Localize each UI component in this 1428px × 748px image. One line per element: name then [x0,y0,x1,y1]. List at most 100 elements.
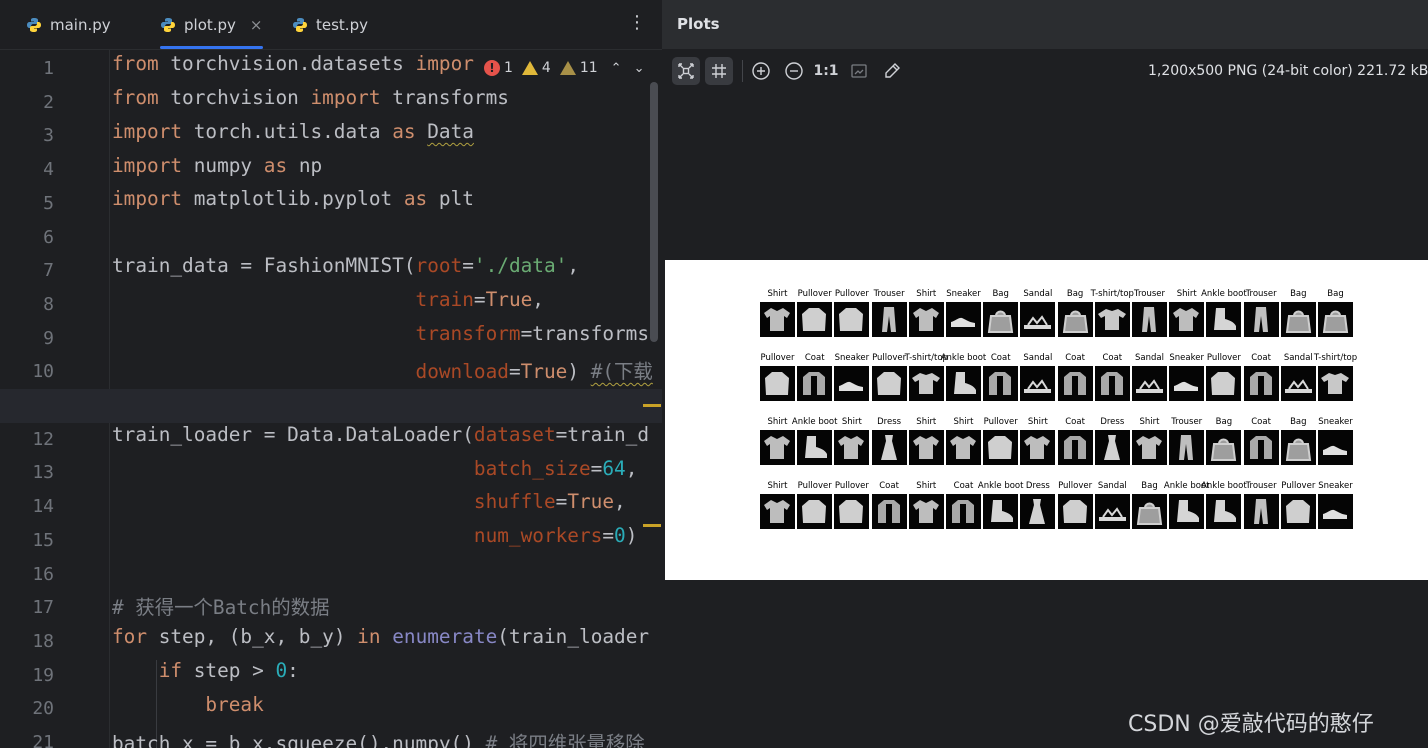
code-editor[interactable]: main.py plot.py × test.py ⋮ 1 2 3 4 5 6 7 8 9 10 1… [0,0,662,748]
line-number[interactable]: 18 [14,625,54,659]
warning-marker[interactable] [643,404,661,407]
fashion-thumbnail [908,302,944,337]
line-number[interactable]: 9 [14,322,54,356]
plots-title: Plots [677,15,720,33]
fashion-thumbnail [1280,366,1316,401]
tab-test-py[interactable]: test.py [292,0,368,50]
fashion-thumbnail [946,494,981,529]
line-number[interactable]: 17 [14,591,54,625]
fashion-thumbnail [1169,430,1205,465]
fashion-thumbnail [1243,430,1279,465]
code-line-3: import torch.utils.data as Data [112,120,474,143]
editor-scrollbar[interactable] [650,82,658,342]
line-number[interactable]: 7 [14,254,54,288]
line-number[interactable]: 14 [14,490,54,524]
code-line-12: train_loader = Data.DataLoader(dataset=t… [112,423,650,446]
line-number[interactable]: 2 [14,86,54,120]
grid-label: Sneaker [1318,417,1353,427]
line-number[interactable]: 12 [14,423,54,457]
error-count[interactable]: ! 1 [484,60,513,76]
fashion-thumbnail [1057,302,1093,337]
code-line-18: for step, (b_x, b_y) in enumerate(train_… [112,625,650,648]
code-line-14: shuffle=True, [473,490,626,513]
fashion-thumbnail [1280,302,1316,337]
code-line-8: train=True, [415,288,544,311]
code-line-4: import numpy as np [112,154,323,177]
color-picker-icon[interactable] [878,57,906,85]
line-number[interactable]: 1 [14,52,54,86]
fashion-thumbnail [834,366,870,401]
line-number[interactable]: 21 [14,726,54,748]
fashion-thumbnail [871,302,907,337]
chevron-up-icon[interactable]: ⌃ [611,61,622,76]
tab-main-py[interactable]: main.py [26,0,111,50]
fashion-thumbnail [834,430,870,465]
chevron-down-icon[interactable]: ⌄ [634,61,645,76]
line-number[interactable]: 15 [14,524,54,558]
line-number[interactable]: 3 [14,119,54,153]
grid-label: Bag [1327,289,1344,299]
weak-warning-icon [559,61,576,75]
fashion-thumbnail [1132,302,1167,337]
tab-label: main.py [50,16,111,34]
warning-marker[interactable] [643,524,661,527]
code-line-21: batch_x = b_x.squeeze().numpy() # 将四维张量移… [112,732,645,748]
line-number[interactable]: 5 [14,187,54,221]
fashion-thumbnail [983,494,1019,529]
zoom-out-icon[interactable] [780,57,808,85]
inspection-widget[interactable]: ! 1 4 11 ⌃ ⌄ [484,54,662,82]
line-number[interactable]: 13 [14,456,54,490]
close-tab-icon[interactable]: × [250,16,263,34]
code-line-7: train_data = FashionMNIST(root='./data', [112,254,580,277]
fashion-thumbnail [1243,494,1279,529]
image-info: 1,200x500 PNG (24-bit color) 221.72 kB [1148,63,1428,79]
plot-viewer[interactable]: Shirt Pullover Pullover Trouser Shirt Sneaker… [662,94,1428,748]
tab-label: plot.py [184,16,236,34]
line-number[interactable]: 10 [14,355,54,389]
fashion-thumbnail [1318,366,1353,401]
fashion-thumbnail [1169,366,1205,401]
fashion-thumbnail [946,302,981,337]
fashion-thumbnail [908,430,944,465]
fashion-thumbnail [1094,494,1130,529]
fashion-thumbnail [946,430,981,465]
fashion-thumbnail [1206,366,1242,401]
plot-image[interactable]: Shirt Pullover Pullover Trouser Shirt Sneaker… [665,260,1428,580]
warning-count[interactable]: 4 [521,60,551,76]
fit-icon[interactable] [672,57,700,85]
python-file-icon [293,18,307,32]
code-line-1: from torchvision.datasets impor [112,52,474,75]
line-number[interactable]: 19 [14,659,54,693]
fashion-thumbnail [760,494,795,529]
grid-label: Sneaker [1318,481,1353,491]
line-number[interactable]: 20 [14,692,54,726]
code-line-20: break [205,693,264,716]
fashion-thumbnail [1094,302,1130,337]
grid-icon[interactable] [705,57,733,85]
fashion-thumbnail [1318,302,1353,337]
fashion-thumbnail [834,302,870,337]
line-number[interactable]: 16 [14,558,54,592]
code-line-15: num_workers=0) [473,524,638,547]
line-number[interactable]: 8 [14,288,54,322]
line-number[interactable]: 4 [14,153,54,187]
fashion-thumbnail [1243,302,1279,337]
fashion-thumbnail [1020,366,1056,401]
code-line-9: transform=transforms [415,322,650,345]
code-line-2: from torchvision import transforms [112,86,509,109]
watermark: CSDN @爱敲代码的憨仔 [1128,712,1374,737]
fashion-thumbnail [760,302,795,337]
fashion-thumbnail [1206,494,1242,529]
more-tabs-icon[interactable]: ⋮ [628,13,646,33]
actual-size-button[interactable]: 1:1 [812,57,840,85]
fashion-thumbnail [1057,366,1093,401]
zoom-in-icon[interactable] [747,57,775,85]
line-number[interactable]: 6 [14,221,54,255]
weak-warning-count[interactable]: 11 [559,60,598,76]
tab-plot-py[interactable]: plot.py × [160,0,263,50]
fashion-thumbnail [797,302,833,337]
fashion-thumbnail [1020,302,1056,337]
fashion-thumbnail [1169,302,1205,337]
code-area[interactable]: from torchvision.datasets impor from tor… [112,50,662,748]
background-icon[interactable] [845,57,873,85]
